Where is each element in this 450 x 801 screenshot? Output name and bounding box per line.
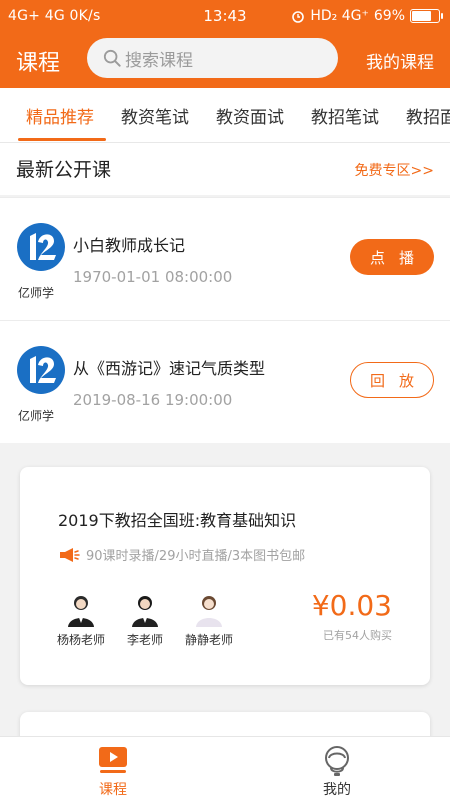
- public-section-header: 最新公开课 免费专区>>: [0, 143, 450, 195]
- buyer-count: 已有54人购买: [323, 629, 392, 642]
- search-placeholder: 搜索课程: [125, 50, 193, 71]
- nav-label: 课程: [99, 782, 127, 798]
- my-courses-link[interactable]: 我的课程: [366, 48, 434, 73]
- nav-profile[interactable]: 我的: [297, 745, 377, 799]
- course-row[interactable]: 亿师学 小白教师成长记 1970-01-01 08:00:00 点播: [0, 197, 450, 320]
- teacher-item[interactable]: 杨杨老师: [55, 593, 107, 648]
- logo-label: 亿师学: [18, 286, 55, 300]
- status-bar: 4G+ 4G 0K/s 13:43 HD₂ 4G⁺ 69%: [0, 0, 450, 32]
- teacher-item[interactable]: 静静老师: [183, 593, 235, 648]
- brand-logo-icon: [17, 223, 65, 271]
- teacher-avatar: [68, 596, 94, 627]
- on-demand-button[interactable]: 点播: [350, 239, 434, 275]
- class-meta: 90课时录播/29小时直播/3本图书包邮: [58, 545, 305, 564]
- teacher-name: 杨杨老师: [56, 633, 105, 647]
- category-tabs: 精品推荐 教资笔试 教资面试 教招笔试 教招面: [0, 88, 450, 143]
- play-icon: [99, 747, 127, 773]
- page-title: 课程: [16, 51, 61, 76]
- tab-recruit-written[interactable]: 教招笔试: [311, 103, 379, 128]
- nav-courses[interactable]: 课程: [73, 745, 153, 799]
- tab-cert-written[interactable]: 教资笔试: [121, 103, 189, 128]
- teacher-avatar: [132, 596, 158, 627]
- search-input[interactable]: 搜索课程: [87, 38, 338, 78]
- megaphone-icon: [60, 547, 80, 562]
- course-title: 小白教师成长记: [73, 236, 186, 255]
- teacher-item[interactable]: 李老师: [119, 593, 171, 648]
- free-zone-link[interactable]: 免费专区>>: [355, 160, 434, 180]
- bottom-nav: 课程 我的: [0, 736, 450, 801]
- brand-logo-icon: [17, 346, 65, 394]
- class-title: 2019下教招全国班:教育基础知识: [58, 511, 297, 530]
- class-card[interactable]: 2019下教招全国班:教育基础知识 90课时录播/29小时直播/3本图书包邮 杨…: [20, 467, 430, 685]
- teacher-name: 李老师: [126, 633, 163, 647]
- top-bar: 4G+ 4G 0K/s 13:43 HD₂ 4G⁺ 69% 课程 搜索课程 我的…: [0, 0, 450, 88]
- teacher-list: 杨杨老师 李老师 静静老师: [55, 593, 235, 648]
- course-title: 从《西游记》速记气质类型: [73, 359, 266, 378]
- tab-recruit-interview[interactable]: 教招面: [406, 103, 450, 128]
- replay-button[interactable]: 回放: [350, 362, 434, 398]
- signal-indicators: HD₂ 4G⁺: [310, 8, 369, 24]
- tab-featured[interactable]: 精品推荐: [26, 103, 94, 128]
- alarm-icon: [292, 11, 305, 23]
- teacher-name: 静静老师: [184, 633, 233, 647]
- tab-cert-interview[interactable]: 教资面试: [216, 103, 284, 128]
- course-time: 2019-08-16 19:00:00: [73, 391, 233, 409]
- battery-icon: [410, 9, 443, 23]
- status-indicators: HD₂ 4G⁺ 69%: [291, 8, 443, 24]
- battery-percent: 69%: [373, 8, 405, 24]
- profile-icon: [325, 746, 349, 776]
- search-icon: [103, 49, 121, 67]
- teacher-avatar: [196, 596, 222, 627]
- nav-label: 我的: [323, 782, 351, 798]
- active-tab-indicator: [18, 138, 106, 141]
- course-row[interactable]: 亿师学 从《西游记》速记气质类型 2019-08-16 19:00:00 回放: [0, 320, 450, 443]
- logo-label: 亿师学: [18, 409, 55, 423]
- price: ¥0.03: [311, 589, 392, 622]
- class-meta-text: 90课时录播/29小时直播/3本图书包邮: [86, 549, 306, 564]
- course-time: 1970-01-01 08:00:00: [73, 268, 233, 286]
- section-title: 最新公开课: [16, 159, 112, 181]
- header: 课程 搜索课程 我的课程: [0, 32, 450, 88]
